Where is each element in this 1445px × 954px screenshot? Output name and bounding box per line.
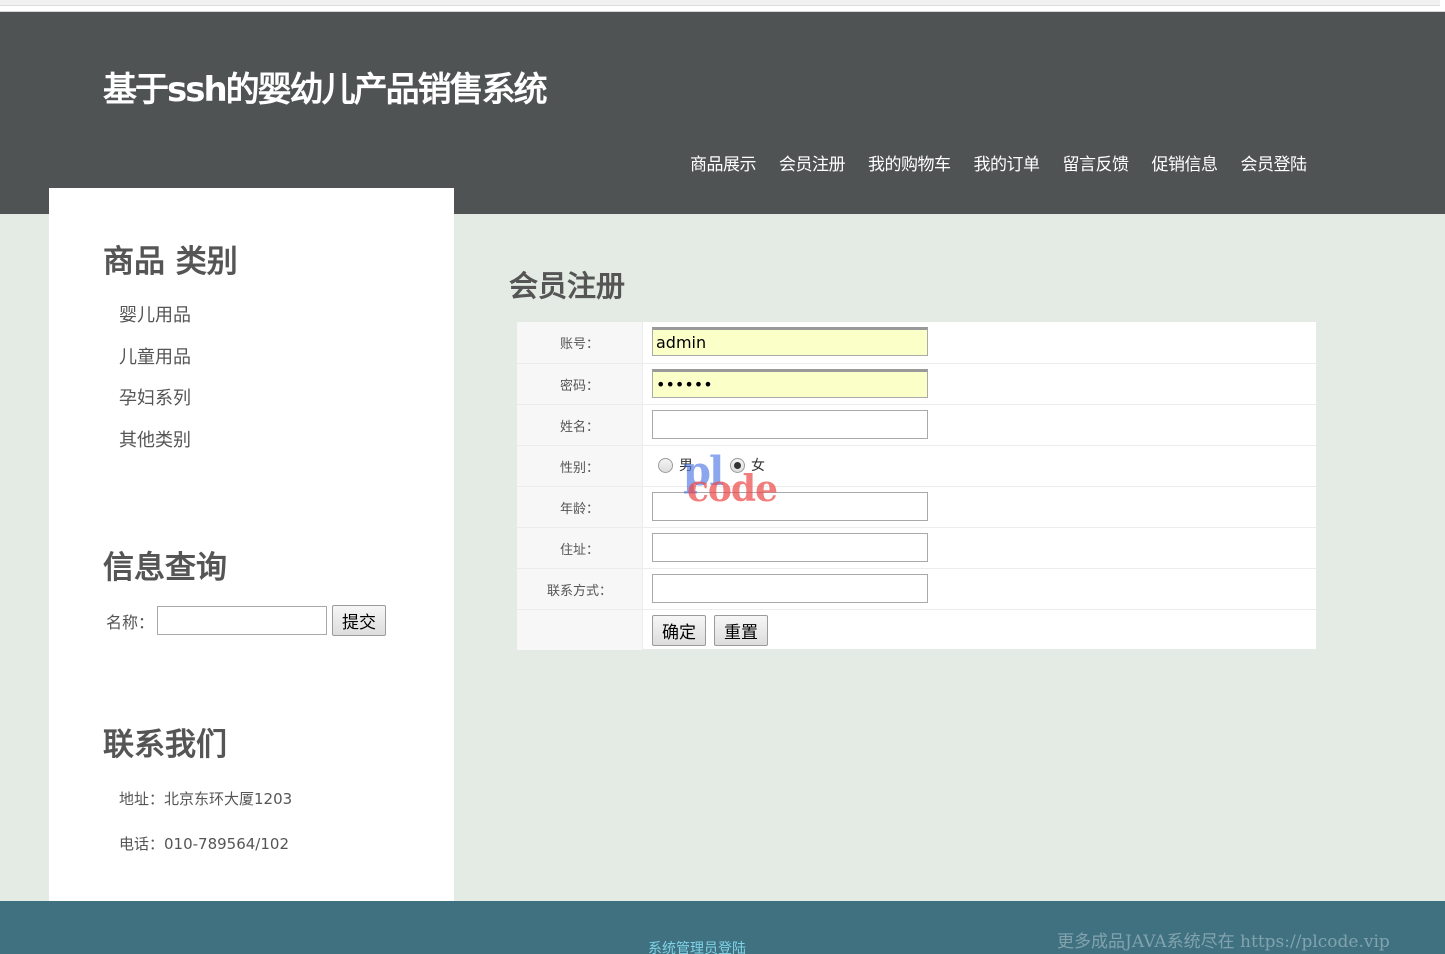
address-input[interactable]: [652, 533, 928, 562]
name-label: 姓名：: [517, 405, 643, 446]
category-item: 其他类别: [119, 426, 191, 468]
query-heading: 信息查询: [103, 550, 227, 586]
password-label: 密码：: [517, 364, 643, 405]
query-submit-button[interactable]: 提交: [332, 605, 387, 636]
category-link-baby[interactable]: 婴儿用品: [119, 305, 191, 326]
category-link-child[interactable]: 儿童用品: [119, 347, 191, 368]
nav-register[interactable]: 会员注册: [779, 150, 846, 175]
nav-orders[interactable]: 我的订单: [974, 150, 1041, 175]
sidebar: 商品 类别 婴儿用品 儿童用品 孕妇系列 其他类别 信息查询 名称： 提交 联系…: [49, 188, 454, 901]
contact-input[interactable]: [652, 574, 928, 603]
gender-male-option[interactable]: 男: [658, 455, 693, 475]
gender-male-label: 男: [679, 458, 693, 474]
site-footer: 系统管理员登陆 更多成品JAVA系统尽在 https://plcode.vip: [0, 901, 1445, 954]
contact-address: 地址：北京东环大厦1203: [119, 790, 293, 808]
reset-button[interactable]: 重置: [714, 615, 768, 646]
form-row-address: 住址：: [517, 527, 1316, 569]
gender-label: 性别：: [517, 446, 643, 487]
contact-heading: 联系我们: [103, 727, 227, 763]
browser-top-strip: [0, 0, 1445, 12]
categories-heading: 商品 类别: [103, 244, 238, 280]
account-label: 账号：: [517, 322, 643, 363]
submit-button[interactable]: 确定: [652, 615, 706, 646]
form-row-gender: 性别： 男 女: [517, 445, 1316, 487]
nav-promotions[interactable]: 促销信息: [1152, 150, 1219, 175]
form-row-age: 年龄：: [517, 486, 1316, 528]
admin-login-link[interactable]: 系统管理员登陆: [648, 938, 746, 954]
main-nav: 商品展示 会员注册 我的购物车 我的订单 留言反馈 促销信息 会员登陆: [690, 150, 1307, 175]
category-item: 婴儿用品: [119, 301, 191, 343]
form-row-actions: 确定 重置: [517, 609, 1316, 650]
footer-watermark: 更多成品JAVA系统尽在 https://plcode.vip: [1057, 932, 1390, 952]
query-name-input[interactable]: [157, 606, 328, 635]
scroll-bar: [0, 0, 1440, 6]
query-label: 名称：: [106, 612, 155, 632]
form-row-account: 账号：: [517, 322, 1316, 363]
site-title: 基于ssh的婴幼儿产品销售系统: [103, 70, 548, 110]
gender-male-radio[interactable]: [658, 457, 673, 473]
account-input[interactable]: [652, 327, 928, 356]
category-item: 孕妇系列: [119, 384, 191, 426]
form-row-name: 姓名：: [517, 404, 1316, 446]
age-input[interactable]: [652, 492, 928, 521]
nav-feedback[interactable]: 留言反馈: [1063, 150, 1130, 175]
address-label: 住址：: [517, 528, 643, 569]
age-label: 年龄：: [517, 487, 643, 528]
nav-cart[interactable]: 我的购物车: [868, 150, 951, 175]
site-header: 基于ssh的婴幼儿产品销售系统 商品展示 会员注册 我的购物车 我的订单 留言反…: [0, 12, 1445, 214]
register-form: 账号： 密码： 姓名： 性别： 男 女 年龄： 住址： 联系方式： 确定 重置: [517, 322, 1316, 650]
gender-female-option[interactable]: 女: [730, 455, 765, 475]
name-input[interactable]: [652, 410, 928, 439]
nav-products[interactable]: 商品展示: [690, 150, 757, 175]
password-input[interactable]: [652, 369, 928, 398]
contact-label: 联系方式：: [517, 569, 643, 610]
gender-female-radio[interactable]: [730, 457, 745, 473]
category-list: 婴儿用品 儿童用品 孕妇系列 其他类别: [119, 301, 191, 467]
nav-login[interactable]: 会员登陆: [1241, 150, 1308, 175]
actions-label-cell: [517, 610, 643, 650]
page-title: 会员注册: [509, 269, 626, 303]
form-row-contact: 联系方式：: [517, 568, 1316, 610]
category-link-maternity[interactable]: 孕妇系列: [119, 388, 191, 409]
category-link-other[interactable]: 其他类别: [119, 430, 191, 451]
query-form: 名称： 提交: [106, 605, 387, 636]
category-item: 儿童用品: [119, 343, 191, 385]
contact-phone: 电话：010-789564/102: [119, 835, 289, 853]
gender-female-label: 女: [751, 458, 765, 474]
form-row-password: 密码：: [517, 363, 1316, 405]
